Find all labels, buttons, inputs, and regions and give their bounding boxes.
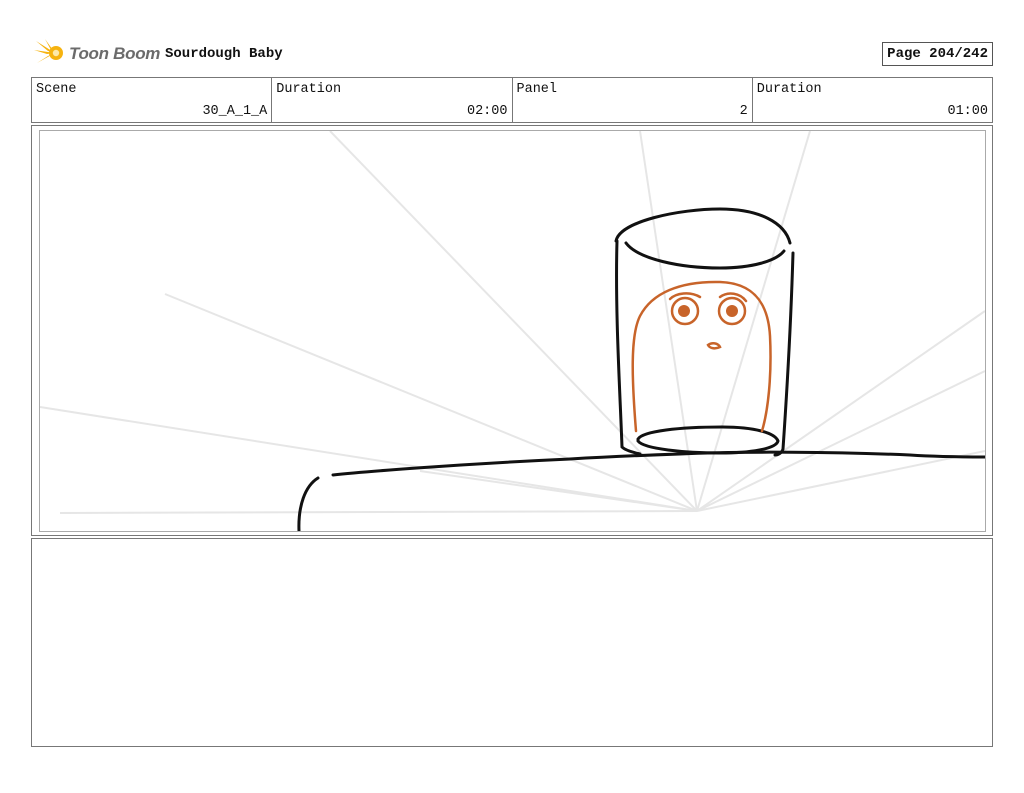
page-number: Page 204/242 [882,42,993,66]
panel-value: 2 [739,104,748,119]
perspective-guides [40,131,985,514]
scene-info-row: Scene 30_A_1_A Duration 02:00 Panel 2 Du… [31,77,993,123]
character-sketch [631,280,772,433]
scene-duration-cell: Duration 02:00 [272,78,513,122]
character-pupils [678,305,738,317]
logo-text: Toon Boom [69,44,161,63]
storyboard-header: Toon Boom Sourdough Baby Page 204/242 [31,36,993,70]
storyboard-sketch [40,131,985,531]
project-title: Sourdough Baby [165,46,283,62]
panel-duration-cell: Duration 01:00 [753,78,992,122]
starburst-icon [34,39,63,63]
scene-value: 30_A_1_A [202,104,268,119]
scene-duration-value: 02:00 [466,104,508,119]
panel-label: Panel [516,82,558,97]
panel-frame [31,125,993,536]
panel-notes-box[interactable] [31,538,993,747]
scene-label: Scene [36,82,77,97]
panel-duration-label: Duration [756,82,822,97]
scene-cell: Scene 30_A_1_A [32,78,273,122]
panel-image [39,130,986,532]
panel-cell: Panel 2 [513,78,753,122]
scene-duration-label: Duration [276,82,342,97]
panel-duration-value: 01:00 [947,104,988,119]
toon-boom-logo: Toon Boom [33,37,161,69]
